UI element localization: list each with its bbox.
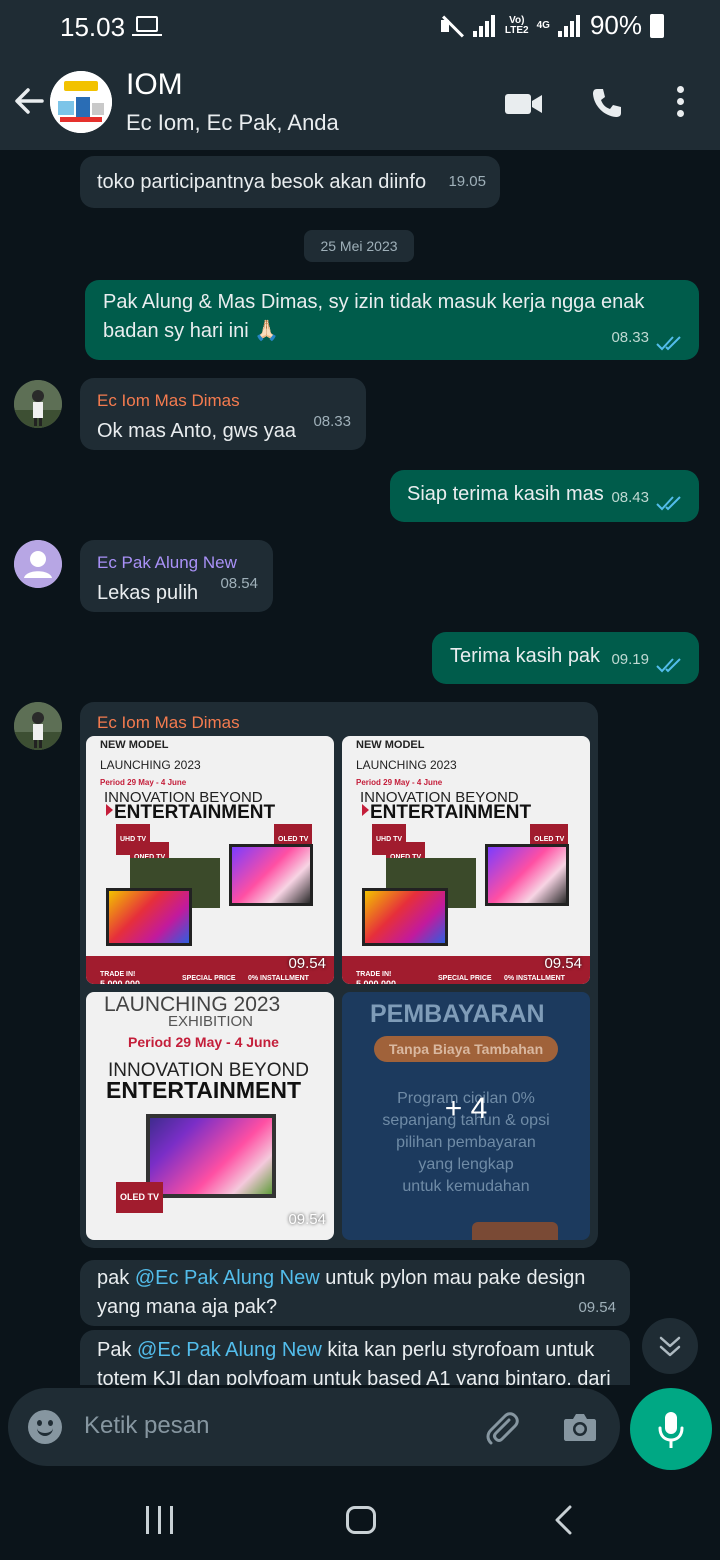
poster-pay-pill: Tanpa Biaya Tambahan	[374, 1036, 558, 1062]
image-thumbnail-more[interactable]: PEMBAYARAN Tanpa Biaya Tambahan Program …	[342, 992, 590, 1240]
signal-icon-2	[557, 14, 582, 37]
network-type: 4G	[536, 19, 550, 31]
mention-link[interactable]: @Ec Pak Alung New	[135, 1267, 320, 1289]
message-input[interactable]: Ketik pesan	[84, 1412, 209, 1440]
chat-participants[interactable]: Ec Iom, Ec Pak, Anda	[126, 110, 339, 136]
message-list[interactable]: toko participantnya besok akan diinfo 19…	[0, 150, 720, 1385]
status-bar: 15.03 Vo) LTE2 4G 90%	[0, 0, 720, 52]
message-text: pak @Ec Pak Alung New untuk pylon mau pa…	[97, 1267, 586, 1318]
poster-special-price: SPECIAL PRICE	[182, 975, 236, 982]
message-bubble[interactable]: Siap terima kasih mas 08.43	[390, 470, 699, 522]
sender-avatar[interactable]	[14, 380, 62, 428]
more-options-icon[interactable]	[672, 86, 688, 120]
sender-avatar[interactable]	[14, 540, 62, 588]
poster-entertainment: ENTERTAINMENT	[114, 802, 276, 823]
battery-icon	[650, 13, 664, 38]
message-time: 19.05	[448, 173, 486, 190]
read-ticks-icon	[656, 496, 681, 511]
chevron-double-down-icon	[659, 1336, 681, 1357]
paperclip-icon[interactable]	[482, 1408, 522, 1448]
poster-entertainment: ENTERTAINMENT	[106, 1077, 302, 1103]
message-text: Pak @Ec Pak Alung New kita kan perlu sty…	[97, 1339, 611, 1385]
message-time: 08.33	[313, 413, 351, 430]
message-bubble[interactable]: Terima kasih pak 09.19	[432, 632, 699, 684]
poster-new-model: NEW MODEL	[100, 739, 169, 751]
poster-entertainment: ENTERTAINMENT	[370, 802, 532, 823]
red-arrow-icon	[106, 804, 113, 816]
message-bubble[interactable]: Pak @Ec Pak Alung New kita kan perlu sty…	[80, 1330, 630, 1385]
poster-pay-title: PEMBAYARAN	[370, 1000, 545, 1028]
message-time: 08.54	[220, 575, 258, 592]
image-time: 09.54	[544, 955, 582, 972]
mute-icon	[439, 15, 465, 37]
read-ticks-icon	[656, 336, 681, 351]
poster-period: Period 29 May - 4 June	[128, 1034, 279, 1050]
voice-message-button[interactable]	[630, 1388, 712, 1470]
message-bubble[interactable]: toko participantnya besok akan diinfo 19…	[80, 156, 500, 208]
message-text: Siap terima kasih mas	[407, 483, 604, 505]
date-separator: 25 Mei 2023	[304, 230, 414, 262]
image-time: 09.54	[288, 955, 326, 972]
message-text: toko participantnya besok akan diinfo	[97, 171, 427, 193]
message-time: 08.33	[611, 329, 649, 346]
message-text: Terima kasih pak	[450, 645, 601, 667]
message-text: Pak Alung & Mas Dimas, sy izin tidak mas…	[103, 291, 645, 342]
message-bubble[interactable]: pak @Ec Pak Alung New untuk pylon mau pa…	[80, 1260, 630, 1326]
status-time: 15.03	[60, 12, 126, 42]
back-arrow-icon[interactable]	[12, 84, 46, 118]
home-icon[interactable]	[346, 1506, 376, 1534]
image-thumbnail[interactable]: LAUNCHING 2023 EXHIBITION Period 29 May …	[86, 992, 334, 1240]
message-time: 09.54	[578, 1299, 616, 1316]
image-thumbnail[interactable]: NEW MODEL LAUNCHING 2023 Period 29 May -…	[86, 736, 334, 984]
media-message[interactable]: Ec Iom Mas Dimas NEW MODEL LAUNCHING 202…	[80, 702, 598, 1248]
poster-tv-image	[485, 844, 569, 906]
microphone-icon	[658, 1412, 684, 1448]
sender-name[interactable]: Ec Iom Mas Dimas	[97, 708, 240, 737]
message-time: 09.19	[611, 651, 649, 668]
cast-icon	[132, 16, 162, 36]
sender-avatar[interactable]	[14, 702, 62, 750]
poster-tv-image	[229, 844, 313, 906]
more-images-count: + 4	[444, 1092, 488, 1125]
image-time: 09.54	[288, 1211, 326, 1228]
battery-percent: 90%	[589, 10, 642, 40]
image-thumbnail[interactable]: NEW MODEL LAUNCHING 2023 Period 29 May -…	[342, 736, 590, 984]
poster-tv-image	[106, 888, 192, 946]
poster-oled-tag: OLED TV	[116, 1182, 164, 1213]
poster-new-model: NEW MODEL	[356, 739, 425, 751]
nav-back-icon[interactable]	[552, 1504, 576, 1536]
status-icons: Vo) LTE2 4G 90%	[439, 10, 664, 41]
emoji-icon[interactable]	[28, 1410, 62, 1444]
message-bubble[interactable]: Ec Iom Mas Dimas Ok mas Anto, gws yaa 08…	[80, 378, 366, 450]
chat-header: IOM Ec Iom, Ec Pak, Anda	[0, 52, 720, 150]
chat-title[interactable]: IOM	[126, 68, 183, 102]
volte-label: Vo) LTE2	[504, 14, 529, 36]
message-bubble[interactable]: Ec Pak Alung New Lekas pulih 08.54	[80, 540, 273, 612]
scroll-to-bottom-button[interactable]	[642, 1318, 698, 1374]
message-composer: Ketik pesan	[8, 1388, 620, 1466]
message-text: Lekas pulih	[97, 582, 199, 604]
message-bubble[interactable]: Pak Alung & Mas Dimas, sy izin tidak mas…	[85, 280, 699, 360]
poster-trade-price: 5.000.000	[100, 979, 141, 984]
poster-tv-image	[146, 1114, 276, 1198]
video-call-icon[interactable]	[505, 92, 543, 116]
poster-trade-price: 5.000.000	[356, 979, 397, 984]
group-avatar[interactable]	[50, 71, 112, 133]
recents-icon[interactable]	[146, 1506, 176, 1534]
camera-icon[interactable]	[562, 1410, 598, 1444]
red-arrow-icon	[362, 804, 369, 816]
system-navigation-bar	[0, 1476, 720, 1560]
signal-icon	[472, 14, 497, 37]
phone-icon[interactable]	[590, 86, 624, 120]
message-time: 08.43	[611, 489, 649, 506]
poster-tv-image	[362, 888, 448, 946]
poster-special-price: SPECIAL PRICE	[438, 975, 492, 982]
message-text: Ok mas Anto, gws yaa	[97, 420, 296, 442]
read-ticks-icon	[656, 658, 681, 673]
mention-link[interactable]: @Ec Pak Alung New	[137, 1339, 322, 1361]
poster-button	[472, 1222, 558, 1240]
